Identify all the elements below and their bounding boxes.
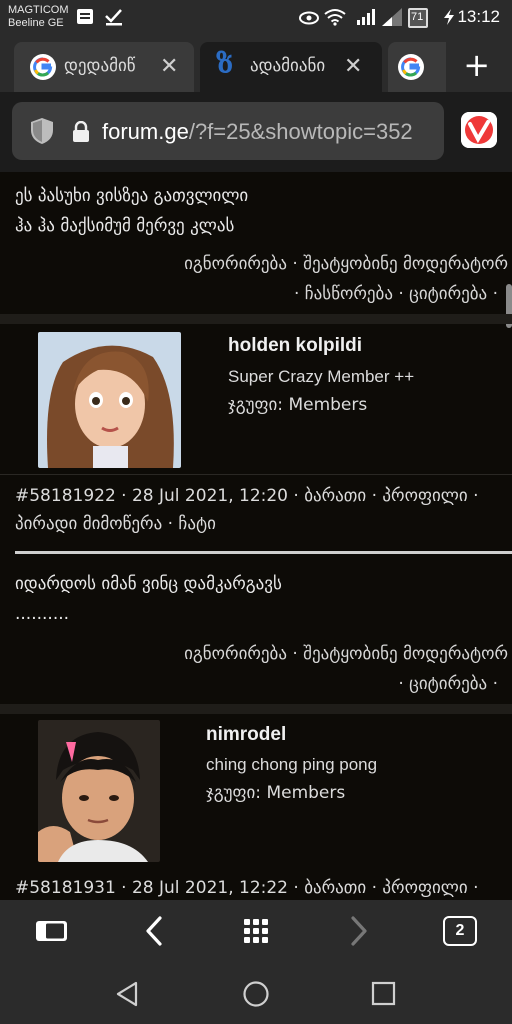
charging-icon: [444, 9, 454, 25]
close-icon[interactable]: ✕: [344, 54, 362, 79]
forward-icon[interactable]: [340, 914, 376, 948]
vivaldi-menu-icon[interactable]: [461, 112, 497, 148]
post-meta[interactable]: პირადი მიმოწერა · ჩატი: [15, 514, 216, 534]
back-icon[interactable]: [138, 914, 174, 948]
tab-1[interactable]: დედამიწ ✕: [14, 42, 194, 92]
post-body-line: ..........: [15, 604, 70, 624]
shield-icon[interactable]: [30, 117, 54, 145]
tabs-counter-button[interactable]: 2: [443, 916, 477, 946]
carrier-name-secondary: Beeline GE: [8, 17, 64, 29]
bottom-toolbar: 2: [0, 900, 512, 962]
avatar[interactable]: [38, 332, 181, 468]
new-tab-button[interactable]: +: [463, 46, 490, 84]
post-body-line: ეს პასუხი ვისზეა გათვლილი: [15, 186, 249, 206]
divider: [0, 474, 512, 475]
post-meta[interactable]: #58181922 · 28 Jul 2021, 12:20 · ბარათი …: [15, 486, 478, 506]
member-group: ჯგუფი: Members: [228, 395, 368, 415]
status-bar: MAGTICOM Beeline GE 71 13:12: [0, 0, 512, 36]
tab-2-active[interactable]: ზ ადამიანი ✕: [200, 42, 382, 92]
post-body-line: ჰა ჰა მაქსიმუმ მერვე კლას: [15, 216, 235, 236]
lock-icon[interactable]: [72, 121, 90, 143]
carrier-name: MAGTICOM: [8, 4, 69, 16]
member-title: Super Crazy Member ++: [228, 367, 415, 386]
url-path: /?f=25&showtopic=352: [188, 119, 413, 144]
tab-bar: დედამიწ ✕ ზ ადამიანი ✕ +: [0, 36, 512, 92]
speed-dial-icon[interactable]: [238, 914, 274, 948]
address-bar-area: forum.ge/?f=25&showtopic=352: [0, 92, 512, 172]
username[interactable]: holden kolpildi: [228, 335, 362, 357]
tab-title: დედამიწ: [64, 56, 136, 76]
post-separator: [0, 314, 512, 324]
system-recents-icon[interactable]: [371, 981, 397, 1007]
tab-title: ადამიანი: [250, 56, 326, 76]
avatar[interactable]: [38, 720, 160, 862]
divider: [15, 551, 512, 554]
member-group: ჯგუფი: Members: [206, 783, 346, 803]
post-body-line: იდარდოს იმან ვინც დამკარგავს: [15, 574, 282, 594]
signal-icon: [357, 9, 375, 25]
google-icon: [398, 54, 424, 80]
notification-icon: [77, 9, 93, 24]
post-actions[interactable]: იგნორირება · შეატყობინე მოდერატორ: [184, 254, 508, 274]
battery-level: 71: [411, 11, 424, 23]
forum-ge-icon: ზ: [216, 50, 234, 80]
username[interactable]: nimrodel: [206, 724, 286, 746]
wifi-icon: [324, 9, 346, 26]
post-separator: [0, 704, 512, 714]
tab-3[interactable]: [388, 42, 446, 92]
post-actions[interactable]: · ჩასწორება · ციტირება ·: [294, 284, 498, 304]
google-icon: [30, 54, 56, 80]
address-bar[interactable]: forum.ge/?f=25&showtopic=352: [12, 102, 444, 160]
member-title: ching chong ping pong: [206, 755, 378, 774]
battery-icon: 71: [408, 8, 428, 28]
post-meta[interactable]: #58181931 · 28 Jul 2021, 12:22 · ბარათი …: [15, 878, 478, 898]
post-actions[interactable]: · ციტირება ·: [398, 674, 498, 694]
system-nav-bar: [0, 962, 512, 1024]
close-icon[interactable]: ✕: [160, 54, 178, 79]
carrier-info: MAGTICOM Beeline GE: [8, 4, 69, 30]
url-text[interactable]: forum.ge/?f=25&showtopic=352: [102, 119, 440, 145]
tabs-count: 2: [455, 922, 465, 939]
panel-toggle-icon[interactable]: [34, 914, 70, 948]
post-actions[interactable]: იგნორირება · შეატყობინე მოდერატორ: [184, 644, 508, 664]
eye-comfort-icon: [299, 11, 319, 25]
system-back-icon[interactable]: [114, 980, 142, 1008]
download-done-icon: [105, 9, 122, 26]
system-home-icon[interactable]: [242, 980, 270, 1008]
url-host: forum.ge: [102, 119, 189, 144]
clock: 13:12: [457, 7, 500, 26]
page-content: ეს პასუხი ვისზეა გათვლილი ჰა ჰა მაქსიმუმ…: [0, 172, 512, 900]
signal-icon-secondary: [382, 8, 402, 26]
